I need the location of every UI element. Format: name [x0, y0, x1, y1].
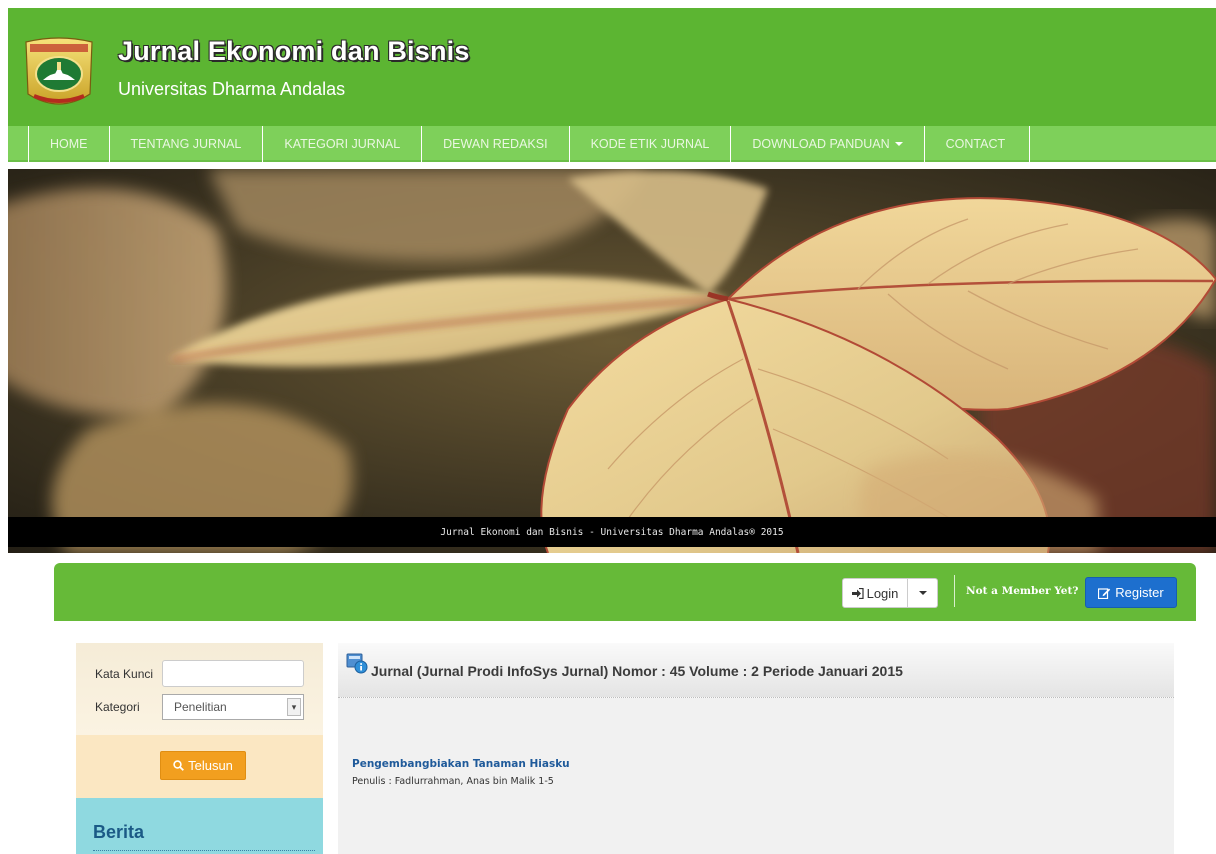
nav-item-label: DOWNLOAD PANDUAN	[752, 137, 890, 151]
login-label: Login	[866, 585, 899, 601]
keyword-label: Kata Kunci	[95, 667, 154, 681]
page-frame: Jurnal Ekonomi dan Bisnis Universitas Dh…	[8, 8, 1216, 854]
site-subtitle: Universitas Dharma Andalas	[118, 79, 346, 99]
nav-item-kategori-jurnal[interactable]: KATEGORI JURNAL	[263, 126, 423, 162]
hero-caption: Jurnal Ekonomi dan Bisnis - Universitas …	[8, 517, 1216, 547]
journal-panel: Jurnal (Jurnal Prodi InfoSys Jurnal) Nom…	[338, 643, 1174, 854]
divider	[93, 850, 315, 851]
news-panel: Berita	[76, 798, 323, 854]
nav-item-label: CONTACT	[945, 137, 1006, 151]
register-label: Register	[1115, 585, 1164, 600]
nav-item-download-panduan[interactable]: DOWNLOAD PANDUAN	[731, 126, 925, 162]
nav-item-tentang-jurnal[interactable]: TENTANG JURNAL	[110, 126, 264, 162]
keyword-input[interactable]	[162, 660, 304, 687]
sign-in-icon	[851, 587, 864, 599]
journal-info-icon	[346, 653, 368, 674]
hero-banner: Jurnal Ekonomi dan Bisnis - Universitas …	[8, 169, 1216, 553]
journal-header: Jurnal (Jurnal Prodi InfoSys Jurnal) Nom…	[338, 643, 1174, 698]
site-header: Jurnal Ekonomi dan Bisnis Universitas Dh…	[8, 8, 1216, 126]
nav-item-label: KATEGORI JURNAL	[284, 137, 401, 151]
nav-item-contact[interactable]: CONTACT	[925, 126, 1031, 162]
category-select[interactable]: Penelitian ▾	[162, 694, 304, 720]
chevron-down-icon	[918, 591, 927, 595]
nav-item-kode-etik-jurnal[interactable]: KODE ETIK JURNAL	[570, 126, 732, 162]
nav-list: HOME TENTANG JURNAL KATEGORI JURNAL DEWA…	[28, 126, 1031, 162]
edit-icon	[1098, 587, 1111, 599]
search-button-label: Telusun	[188, 758, 233, 773]
category-label: Kategori	[95, 700, 140, 714]
nav-item-home[interactable]: HOME	[29, 126, 110, 162]
journal-title: Jurnal (Jurnal Prodi InfoSys Jurnal) Nom…	[371, 663, 903, 679]
search-action-area: Telusun	[76, 735, 323, 798]
hero-leaves-image	[8, 169, 1216, 553]
site-title: Jurnal Ekonomi dan Bisnis	[118, 36, 470, 66]
nav-item-label: DEWAN REDAKSI	[443, 137, 548, 151]
nav-item-label: TENTANG JURNAL	[130, 137, 242, 151]
nav-item-label: KODE ETIK JURNAL	[590, 137, 710, 151]
login-dropdown-toggle[interactable]	[908, 578, 938, 608]
member-bar: Login Not a Member Yet? Register	[54, 563, 1196, 621]
category-selected-value: Penelitian	[174, 700, 227, 714]
register-button[interactable]: Register	[1085, 577, 1177, 608]
search-form	[76, 643, 323, 735]
university-logo	[25, 37, 93, 105]
main-nav: HOME TENTANG JURNAL KATEGORI JURNAL DEWA…	[8, 126, 1216, 162]
nav-item-dewan-redaksi[interactable]: DEWAN REDAKSI	[422, 126, 570, 162]
article-authors: Penulis : Fadlurrahman, Anas bin Malik 1…	[352, 776, 554, 787]
divider	[954, 575, 955, 607]
login-button[interactable]: Login	[842, 578, 908, 608]
chevron-down-icon: ▾	[287, 698, 301, 716]
nav-item-label: HOME	[50, 137, 88, 151]
search-button[interactable]: Telusun	[160, 751, 246, 780]
chevron-down-icon	[894, 142, 903, 146]
news-title: Berita	[93, 822, 145, 842]
article-title-link[interactable]: Pengembangbiakan Tanaman Hiasku	[352, 758, 570, 770]
not-member-text: Not a Member Yet?	[966, 585, 1079, 597]
search-icon	[173, 760, 185, 771]
